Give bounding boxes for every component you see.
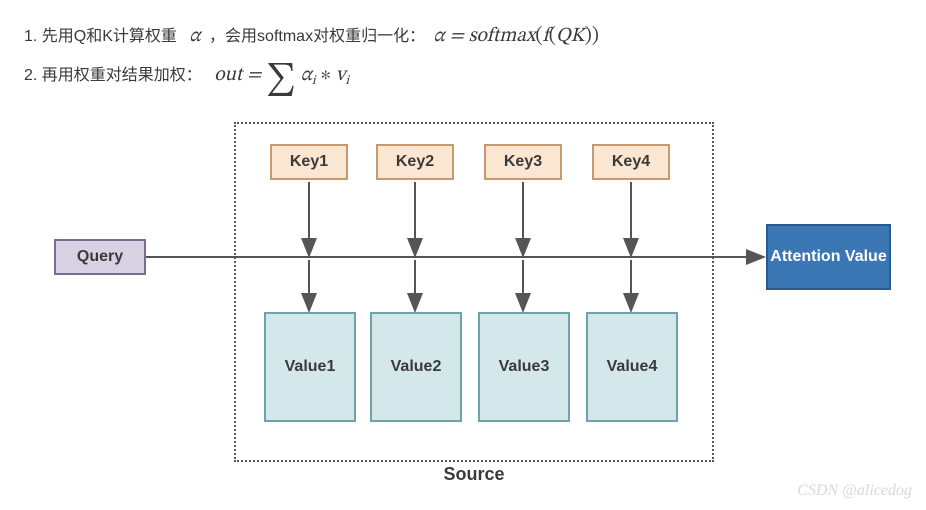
attention-diagram: Query Attention Value Key1 Key2 Key3 Key…: [54, 114, 894, 494]
key-box-3: Key3: [484, 144, 562, 180]
eq1-inner-open: (: [549, 26, 556, 46]
alpha-symbol: α: [185, 26, 204, 46]
key-box-1: Key1: [270, 144, 348, 180]
eq1-inner-close: ): [585, 26, 592, 46]
value-box-3: Value3: [478, 312, 570, 422]
step-2-text: 2. 再用权重对结果加权： out = ∑ αi ∗ vi: [24, 61, 902, 96]
key-label-3: Key3: [504, 153, 542, 171]
equation-1: α = softmax(f(QK)): [430, 26, 603, 46]
attention-value-box: Attention Value: [766, 224, 891, 290]
sigma-symbol: ∑: [266, 64, 296, 96]
key-box-2: Key2: [376, 144, 454, 180]
key-label-4: Key4: [612, 153, 650, 171]
step-1-prefix: 1. 先用Q和K计算权重: [24, 28, 181, 45]
key-label-1: Key1: [290, 153, 328, 171]
key-label-2: Key2: [396, 153, 434, 171]
value-box-4: Value4: [586, 312, 678, 422]
step-1-text: 1. 先用Q和K计算权重 α ，会用softmax对权重归一化： α = sof…: [24, 22, 902, 51]
query-box: Query: [54, 239, 146, 275]
value-label-3: Value3: [499, 358, 550, 376]
step-1-mid: ，会用softmax对权重归一化：: [209, 28, 425, 45]
attention-value-label: Attention Value: [770, 247, 886, 267]
eq2-alpha: α: [301, 65, 312, 85]
value-box-1: Value1: [264, 312, 356, 422]
step-2-prefix: 2. 再用权重对结果加权：: [24, 67, 202, 84]
eq1-open: (: [535, 26, 542, 46]
key-box-4: Key4: [592, 144, 670, 180]
value-label-4: Value4: [607, 358, 658, 376]
equation-2: out = ∑ αi ∗ vi: [210, 65, 353, 85]
eq2-v: v: [336, 65, 346, 85]
value-box-2: Value2: [370, 312, 462, 422]
eq1-lhs: α =: [434, 26, 469, 46]
eq2-star: ∗: [316, 65, 336, 85]
source-label: Source: [234, 464, 714, 485]
eq1-softmax: softmax: [469, 26, 536, 46]
value-label-1: Value1: [285, 358, 336, 376]
query-label: Query: [77, 248, 123, 266]
watermark: CSDN @alicedog: [797, 482, 912, 500]
value-label-2: Value2: [391, 358, 442, 376]
eq2-lhs: out =: [214, 65, 266, 85]
eq1-close: ): [592, 26, 599, 46]
eq1-qk: QK: [556, 26, 585, 46]
eq2-sub-i-2: i: [345, 75, 349, 88]
